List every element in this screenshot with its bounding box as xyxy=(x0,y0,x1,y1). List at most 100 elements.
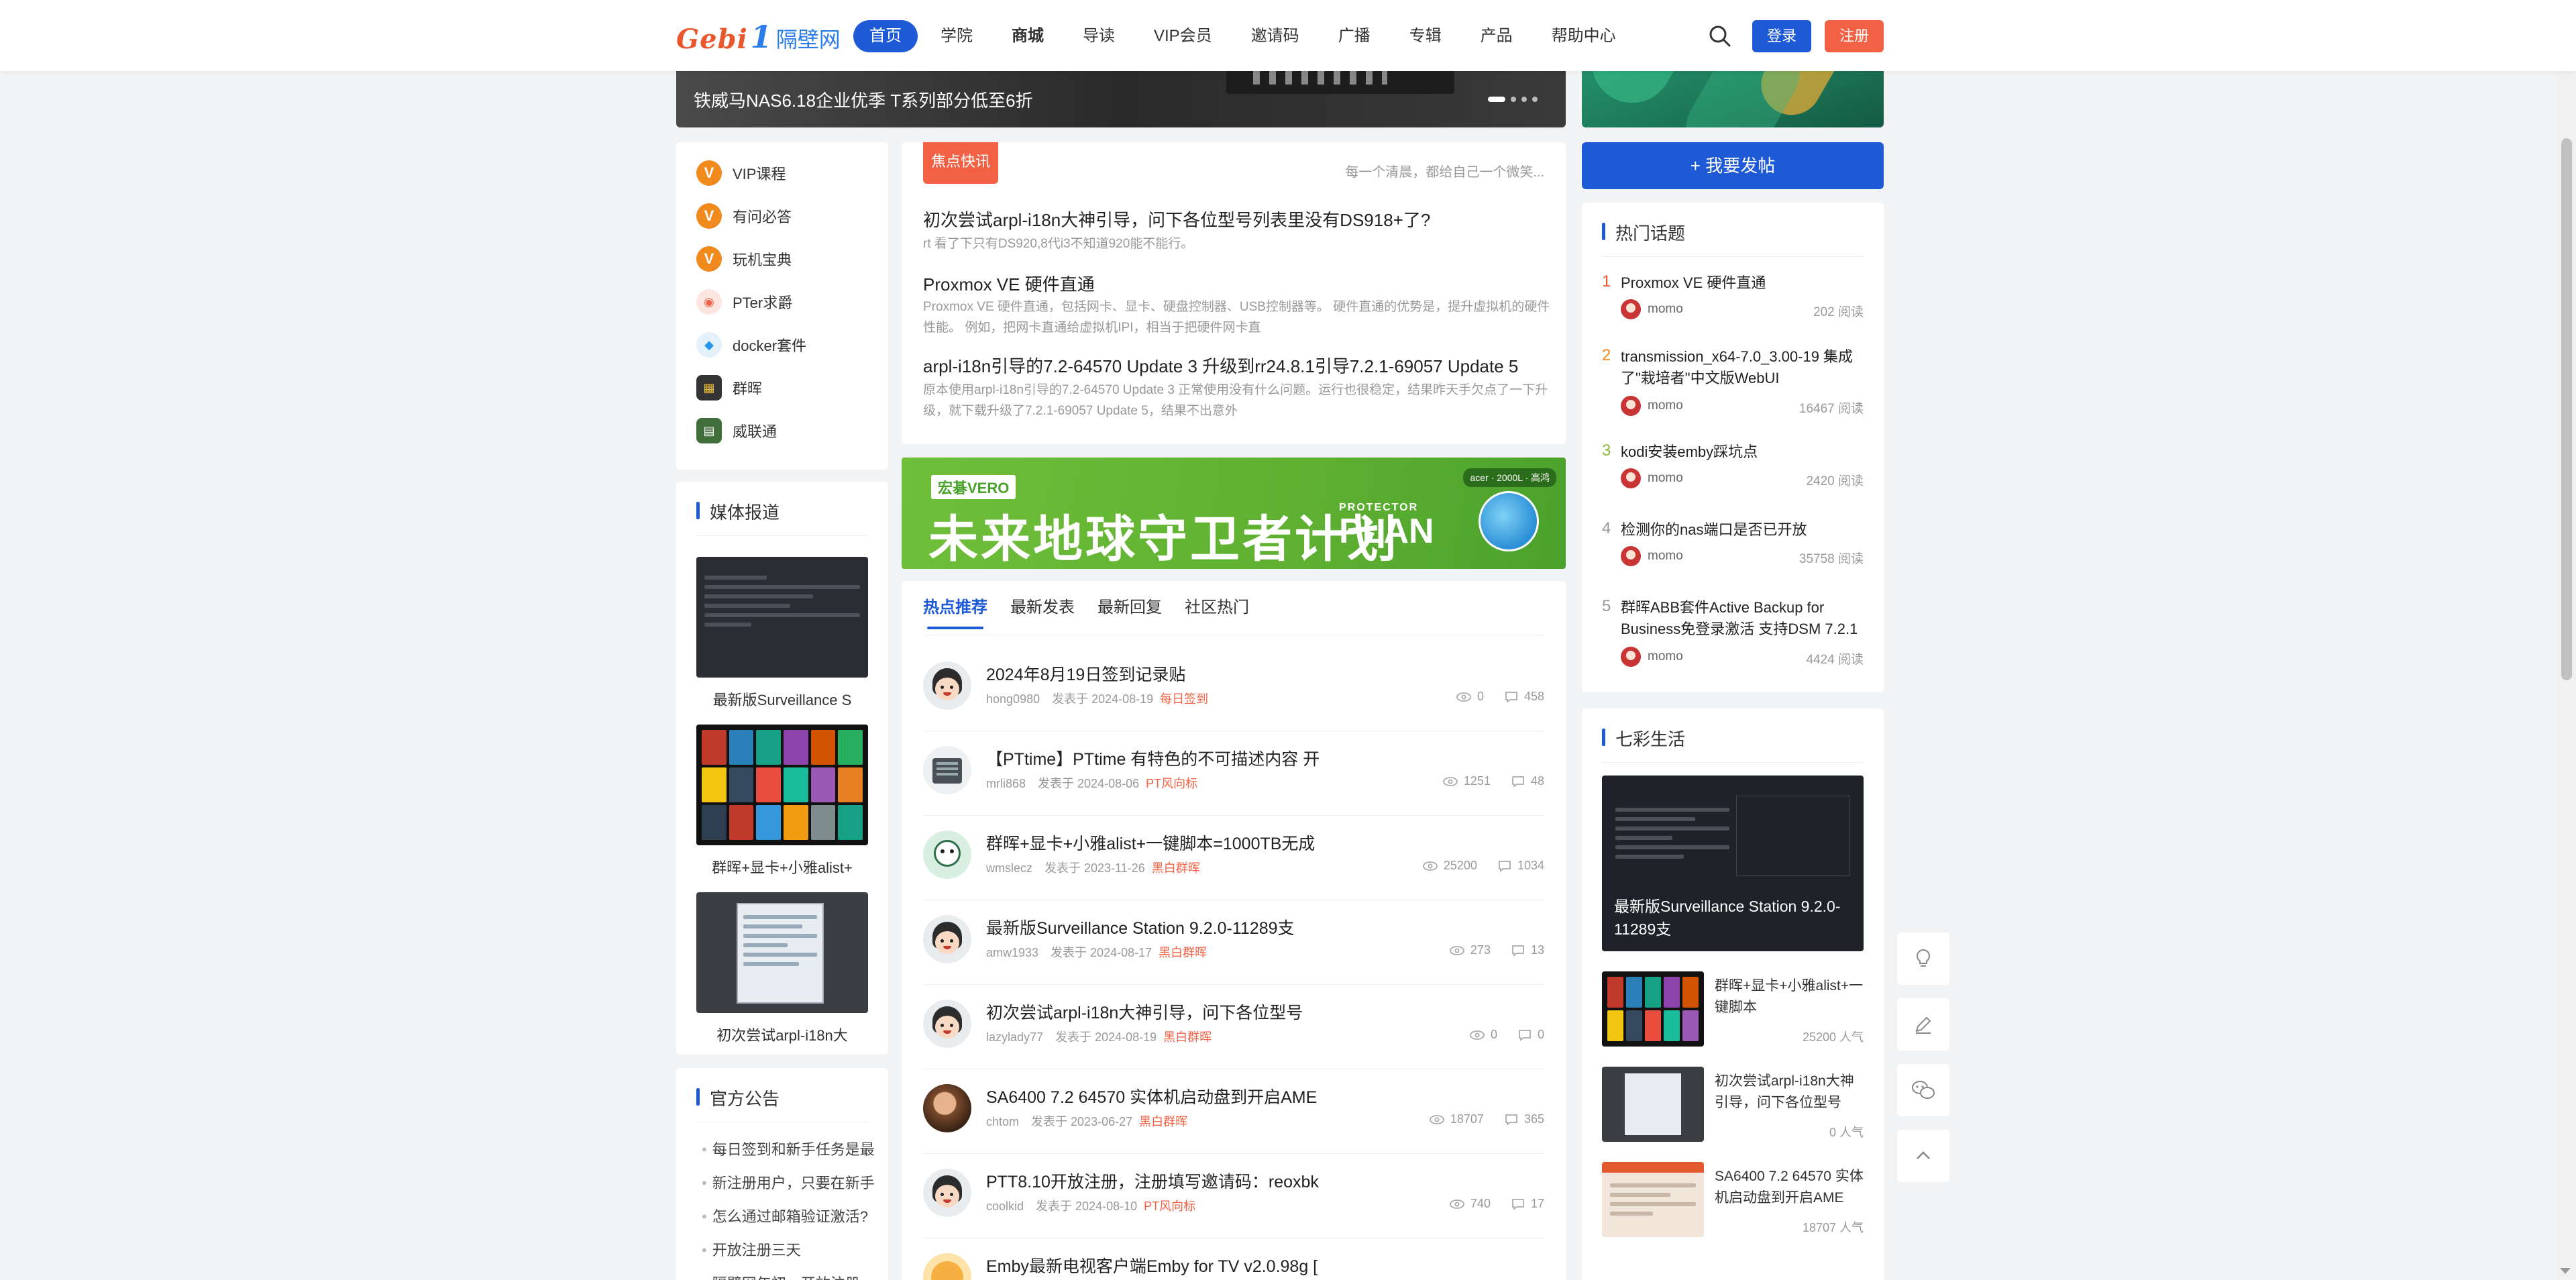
hot-topic-item[interactable]: 2 transmission_x64-7.0_3.00-19 集成了"栽培者"中文… xyxy=(1602,346,1864,420)
nav-academy[interactable]: 学院 xyxy=(924,20,989,52)
user-avatar[interactable] xyxy=(923,915,971,963)
user-avatar[interactable] xyxy=(923,1000,971,1048)
post-category[interactable]: 黑白群晖 xyxy=(1152,861,1200,875)
menu-item-qa[interactable]: V 有问必答 xyxy=(696,201,792,231)
notice-item[interactable]: 开放注册三天 xyxy=(702,1238,883,1260)
hot-topic-author[interactable]: momo xyxy=(1621,299,1683,319)
hot-topic-item[interactable]: 5 群晖ABB套件Active Backup for Business免登录激活 … xyxy=(1602,597,1864,671)
life-item[interactable]: 初次尝试arpl-i18n大神引导，问下各位型号 0 人气 xyxy=(1602,1067,1864,1144)
tab-latest-posts[interactable]: 最新发表 xyxy=(1010,581,1075,635)
life-featured[interactable]: 最新版Surveillance Station 9.2.0-11289支 xyxy=(1602,776,1864,951)
post-author[interactable]: hong0980 xyxy=(986,692,1040,706)
back-to-top-icon[interactable] xyxy=(1897,1130,1949,1182)
menu-item-docker[interactable]: ◆ docker套件 xyxy=(696,330,806,360)
notice-item[interactable]: 怎么通过邮箱验证激活? xyxy=(702,1205,883,1226)
hot-topic-item[interactable]: 3 kodi安装emby踩坑点 momo 2420 阅读 xyxy=(1602,441,1864,515)
post-title[interactable]: 初次尝试arpl-i18n大神引导，问下各位型号 xyxy=(986,1000,1303,1024)
scrollbar-thumb[interactable] xyxy=(2561,138,2572,680)
post-category[interactable]: 每日签到 xyxy=(1160,692,1208,706)
life-item[interactable]: SA6400 7.2 64570 实体机启动盘到开启AME 18707 人气 xyxy=(1602,1162,1864,1240)
post-author[interactable]: chtom xyxy=(986,1115,1019,1128)
post-item[interactable]: Emby最新电视客户端Emby for TV v2.0.98g [ xyxy=(923,1238,1544,1280)
scroll-down-arrow[interactable] xyxy=(2560,1268,2571,1274)
login-button[interactable]: 登录 xyxy=(1752,20,1811,52)
hot-topic-author[interactable]: momo xyxy=(1621,647,1683,667)
user-avatar[interactable] xyxy=(923,1084,971,1132)
user-avatar[interactable] xyxy=(923,1253,971,1280)
tab-hot-recommend[interactable]: 热点推荐 xyxy=(923,581,987,635)
new-post-button[interactable]: + 我要发帖 xyxy=(1582,142,1884,189)
post-item[interactable]: 2024年8月19日签到记录贴 hong0980 发表于 2024-08-19 每日签… xyxy=(923,647,1544,731)
post-title[interactable]: 2024年8月19日签到记录贴 xyxy=(986,661,1185,686)
menu-item-pter[interactable]: ◉ PTer求爵 xyxy=(696,287,792,317)
post-category[interactable]: PT风向标 xyxy=(1146,777,1197,790)
notice-item[interactable]: 隔壁网年初，开放注册 xyxy=(702,1272,883,1280)
post-category[interactable]: 黑白群晖 xyxy=(1163,1030,1212,1044)
nav-album[interactable]: 专辑 xyxy=(1393,20,1458,52)
tab-community-hot[interactable]: 社区热门 xyxy=(1185,581,1249,635)
wechat-icon[interactable] xyxy=(1897,1064,1949,1116)
menu-item-qnap[interactable]: ▤ 威联通 xyxy=(696,416,777,445)
edit-icon[interactable] xyxy=(1897,998,1949,1051)
post-author[interactable]: lazylady77 xyxy=(986,1030,1043,1044)
user-avatar[interactable] xyxy=(923,1169,971,1217)
post-item[interactable]: 【PTtime】PTtime 有特色的不可描述内容 开 mrli868 发表于 20… xyxy=(923,731,1544,816)
post-item[interactable]: 群晖+显卡+小雅alist+一键脚本=1000TB无成 wmslecz 发表于 20… xyxy=(923,816,1544,900)
menu-item-guidebook[interactable]: V 玩机宝典 xyxy=(696,244,792,274)
post-category[interactable]: 黑白群晖 xyxy=(1139,1115,1187,1128)
register-button[interactable]: 注册 xyxy=(1825,20,1884,52)
notice-item[interactable]: 新注册用户，只要在新手 xyxy=(702,1171,883,1193)
hot-topic-author[interactable]: momo xyxy=(1621,546,1683,566)
nav-home[interactable]: 首页 xyxy=(853,20,918,52)
post-category[interactable]: PT风向标 xyxy=(1144,1199,1195,1213)
post-author[interactable]: mrli868 xyxy=(986,777,1026,790)
hot-topic-author[interactable]: momo xyxy=(1621,468,1683,488)
nav-guide[interactable]: 导读 xyxy=(1067,20,1131,52)
post-author[interactable]: coolkid xyxy=(986,1199,1024,1213)
post-title[interactable]: PTT8.10开放注册，注册填写邀请码：reoxbk xyxy=(986,1169,1319,1193)
media-item[interactable]: 群晖+显卡+小雅alist+ xyxy=(696,725,868,877)
post-title[interactable]: 最新版Surveillance Station 9.2.0-11289支 xyxy=(986,915,1295,939)
banner-dot[interactable] xyxy=(1488,97,1505,102)
banner-dot[interactable] xyxy=(1511,97,1516,102)
post-item[interactable]: 初次尝试arpl-i18n大神引导，问下各位型号 lazylady77 发表于 20… xyxy=(923,985,1544,1069)
lightbulb-icon[interactable] xyxy=(1897,932,1949,985)
post-item[interactable]: PTT8.10开放注册，注册填写邀请码：reoxbk coolkid 发表于 202… xyxy=(923,1154,1544,1238)
banner-dot[interactable] xyxy=(1532,97,1538,102)
nav-vip[interactable]: VIP会员 xyxy=(1138,20,1228,52)
nav-help[interactable]: 帮助中心 xyxy=(1536,20,1632,52)
nav-broadcast[interactable]: 广播 xyxy=(1322,20,1387,52)
hot-topic-item[interactable]: 4 检测你的nas端口是否已开放 momo 35758 阅读 xyxy=(1602,519,1864,593)
post-title[interactable]: SA6400 7.2 64570 实体机启动盘到开启AME xyxy=(986,1084,1317,1108)
tab-latest-replies[interactable]: 最新回复 xyxy=(1097,581,1162,635)
nav-shop[interactable]: 商城 xyxy=(996,20,1060,52)
hot-topic-author[interactable]: momo xyxy=(1621,396,1683,416)
search-icon[interactable] xyxy=(1707,23,1733,50)
post-title[interactable]: 【PTtime】PTtime 有特色的不可描述内容 开 xyxy=(986,746,1320,770)
life-item[interactable]: 群晖+显卡+小雅alist+一键脚本 25200 人气 xyxy=(1602,971,1864,1049)
post-item[interactable]: 最新版Surveillance Station 9.2.0-11289支 amw1… xyxy=(923,900,1544,985)
nav-products[interactable]: 产品 xyxy=(1464,20,1529,52)
menu-item-vip-course[interactable]: V VIP课程 xyxy=(696,158,786,188)
media-item[interactable]: 初次尝试arpl-i18n大 xyxy=(696,892,868,1045)
hot-topic-item[interactable]: 1 Proxmox VE 硬件直通 momo 202 阅读 xyxy=(1602,272,1864,346)
user-avatar[interactable] xyxy=(923,746,971,794)
banner-dots[interactable] xyxy=(1488,97,1538,102)
post-title[interactable]: 群晖+显卡+小雅alist+一键脚本=1000TB无成 xyxy=(986,831,1315,855)
banner-dot[interactable] xyxy=(1521,97,1527,102)
media-item[interactable]: 最新版Surveillance S xyxy=(696,557,868,710)
user-avatar[interactable] xyxy=(923,831,971,879)
news-title[interactable]: 初次尝试arpl-i18n大神引导，问下各位型号列表里没有DS918+了? xyxy=(923,207,1430,231)
site-logo[interactable]: Gebi 1 隔壁网 xyxy=(676,19,841,55)
post-title[interactable]: Emby最新电视客户端Emby for TV v2.0.98g [ xyxy=(986,1253,1318,1277)
post-item[interactable]: SA6400 7.2 64570 实体机启动盘到开启AME chtom 发表于 20… xyxy=(923,1069,1544,1154)
post-category[interactable]: 黑白群晖 xyxy=(1159,946,1207,959)
advertisement-banner[interactable]: 宏碁VERO 未来地球守卫者计划 PROTECTOR PLAN acer · 2… xyxy=(902,458,1566,569)
menu-item-synology[interactable]: ▦ 群晖 xyxy=(696,373,762,403)
post-author[interactable]: amw1933 xyxy=(986,946,1038,959)
nav-invite-code[interactable]: 邀请码 xyxy=(1235,20,1316,52)
user-avatar[interactable] xyxy=(923,661,971,710)
news-title[interactable]: arpl-i18n引导的7.2-64570 Update 3 升级到rr24.8… xyxy=(923,353,1518,378)
news-title[interactable]: Proxmox VE 硬件直通 xyxy=(923,271,1095,296)
notice-item[interactable]: 每日签到和新手任务是最 xyxy=(702,1138,883,1159)
